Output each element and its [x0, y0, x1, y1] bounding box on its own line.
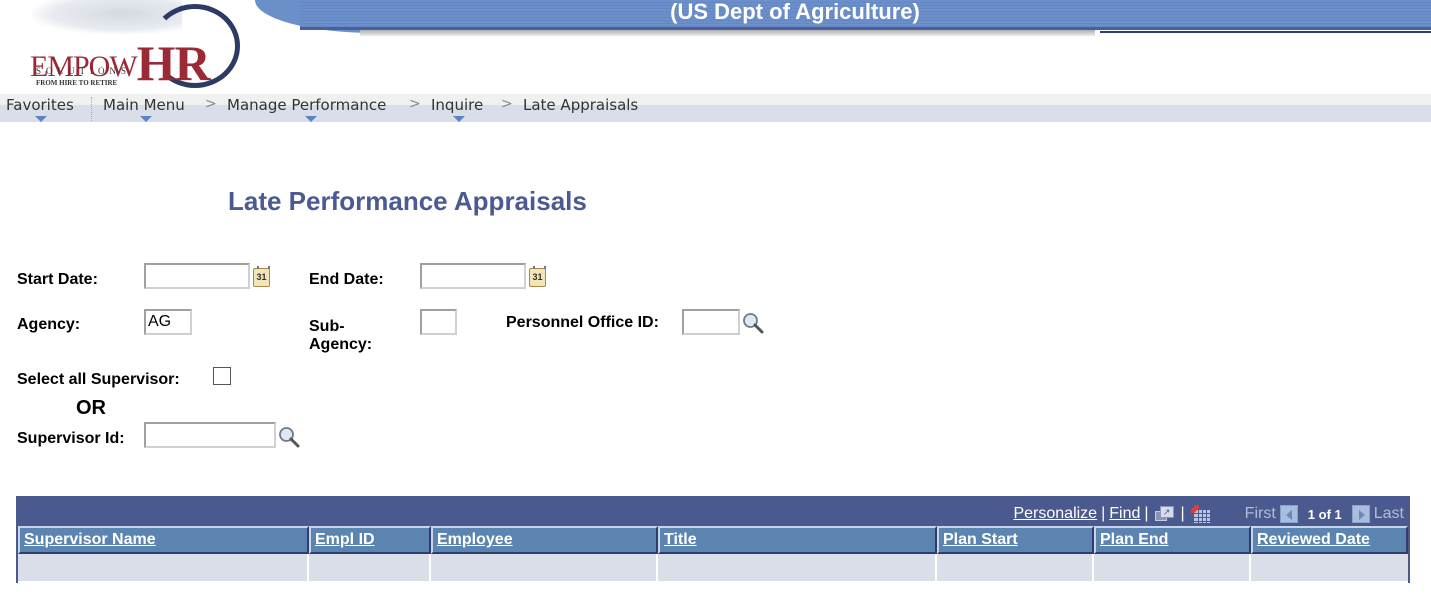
toolbar-separator: |	[1101, 505, 1106, 522]
select-all-supervisor-checkbox[interactable]	[213, 367, 231, 385]
sub-agency-label-line2: Agency:	[309, 336, 373, 353]
column-header-plan-start[interactable]: Plan Start	[937, 526, 1094, 554]
column-header-reviewed-date[interactable]: Reviewed Date	[1251, 526, 1408, 554]
personnel-office-id-label: Personnel Office ID:	[506, 314, 659, 331]
sort-plan-end-link[interactable]: Plan End	[1100, 531, 1168, 548]
agency-input[interactable]	[144, 309, 192, 335]
banner-rule	[1100, 31, 1431, 33]
next-page-icon[interactable]	[1351, 505, 1370, 523]
sort-employee-link[interactable]: Employee	[437, 531, 513, 548]
page-title: Late Performance Appraisals	[228, 186, 587, 216]
agency-label: Agency:	[17, 316, 81, 333]
toolbar-separator: |	[1180, 505, 1185, 522]
cell-plan-end	[1094, 554, 1251, 583]
start-date-input[interactable]	[144, 263, 250, 289]
table-row	[18, 554, 1408, 583]
column-header-plan-end[interactable]: Plan End	[1094, 526, 1251, 554]
start-date-label: Start Date:	[17, 271, 98, 288]
select-all-supervisor-label: Select all Supervisor:	[17, 371, 180, 388]
table-header-row: Supervisor Name Empl ID Employee Title P…	[18, 526, 1408, 554]
or-label: OR	[76, 397, 106, 419]
sub-agency-label-line1: Sub-	[309, 318, 345, 335]
breadcrumb: Favorites Main Menu > Manage Performance…	[0, 94, 1431, 122]
breadcrumb-manage-performance[interactable]: Manage Performance	[227, 95, 386, 115]
view-all-zoom-icon[interactable]: ↗	[1154, 506, 1175, 522]
cell-title	[658, 554, 937, 583]
inquire-dropdown-icon[interactable]	[453, 116, 465, 122]
personalize-link[interactable]: Personalize	[1013, 505, 1097, 523]
end-date-label: End Date:	[309, 271, 384, 288]
sort-title-link[interactable]: Title	[664, 531, 697, 548]
main-menu-dropdown-icon[interactable]	[140, 116, 152, 122]
download-to-spreadsheet-icon[interactable]	[1190, 505, 1211, 523]
breadcrumb-divider	[91, 97, 92, 121]
cell-employee	[431, 554, 658, 583]
breadcrumb-late-appraisals: Late Appraisals	[523, 96, 639, 114]
logo-tagline: FROM HIRE TO RETIRE	[36, 79, 118, 87]
previous-page-icon[interactable]	[1279, 505, 1298, 523]
column-header-empl-id[interactable]: Empl ID	[309, 526, 431, 554]
toolbar-separator: |	[1144, 505, 1149, 522]
lookup-icon[interactable]	[742, 312, 764, 334]
empowhr-logo: EMPOWHR SOLUTIONS FROM HIRE TO RETIRE	[22, 0, 252, 92]
last-link[interactable]: Last	[1374, 505, 1404, 523]
personnel-office-id-input[interactable]	[682, 309, 740, 335]
sort-plan-start-link[interactable]: Plan Start	[943, 531, 1018, 548]
sub-agency-input[interactable]	[420, 309, 457, 335]
cell-supervisor-name	[18, 554, 309, 583]
cell-empl-id	[309, 554, 431, 583]
column-header-supervisor-name[interactable]: Supervisor Name	[18, 526, 309, 554]
end-date-input[interactable]	[420, 263, 526, 289]
find-link[interactable]: Find	[1109, 505, 1140, 523]
sort-reviewed-date-link[interactable]: Reviewed Date	[1257, 531, 1370, 548]
manage-performance-dropdown-icon[interactable]	[305, 116, 317, 122]
breadcrumb-separator-icon: >	[409, 96, 421, 112]
banner-shadow	[360, 30, 1095, 36]
favorites-dropdown-icon[interactable]	[35, 116, 47, 122]
results-table: Supervisor Name Empl ID Employee Title P…	[18, 526, 1408, 583]
calendar-icon[interactable]: 31	[253, 266, 270, 287]
column-header-employee[interactable]: Employee	[431, 526, 658, 554]
sort-supervisor-name-link[interactable]: Supervisor Name	[24, 531, 156, 548]
page-status: 1 of 1	[1307, 506, 1342, 522]
grid-toolbar: Personalize | Find | ↗ | First 1 of 1 La…	[1013, 504, 1404, 524]
supervisor-id-label: Supervisor Id:	[17, 430, 125, 447]
lookup-icon[interactable]	[278, 426, 300, 448]
breadcrumb-favorites[interactable]: Favorites	[6, 95, 74, 115]
supervisor-id-input[interactable]	[144, 422, 276, 448]
breadcrumb-separator-icon: >	[501, 96, 513, 112]
breadcrumb-inquire[interactable]: Inquire	[431, 95, 483, 115]
logo-subtitle: SOLUTIONS	[36, 66, 132, 76]
breadcrumb-separator-icon: >	[205, 96, 217, 112]
sub-agency-label: Sub- Agency:	[309, 318, 372, 354]
results-grid: Personalize | Find | ↗ | First 1 of 1 La…	[16, 496, 1410, 583]
first-link[interactable]: First	[1245, 505, 1276, 523]
sort-empl-id-link[interactable]: Empl ID	[315, 531, 375, 548]
cell-plan-start	[937, 554, 1094, 583]
breadcrumb-main-menu[interactable]: Main Menu	[103, 95, 185, 115]
org-title: (US Dept of Agriculture)	[670, 0, 920, 24]
column-header-title[interactable]: Title	[658, 526, 937, 554]
cell-reviewed-date	[1251, 554, 1408, 583]
calendar-icon[interactable]: 31	[529, 266, 546, 287]
logo-suffix: HR	[136, 35, 211, 91]
